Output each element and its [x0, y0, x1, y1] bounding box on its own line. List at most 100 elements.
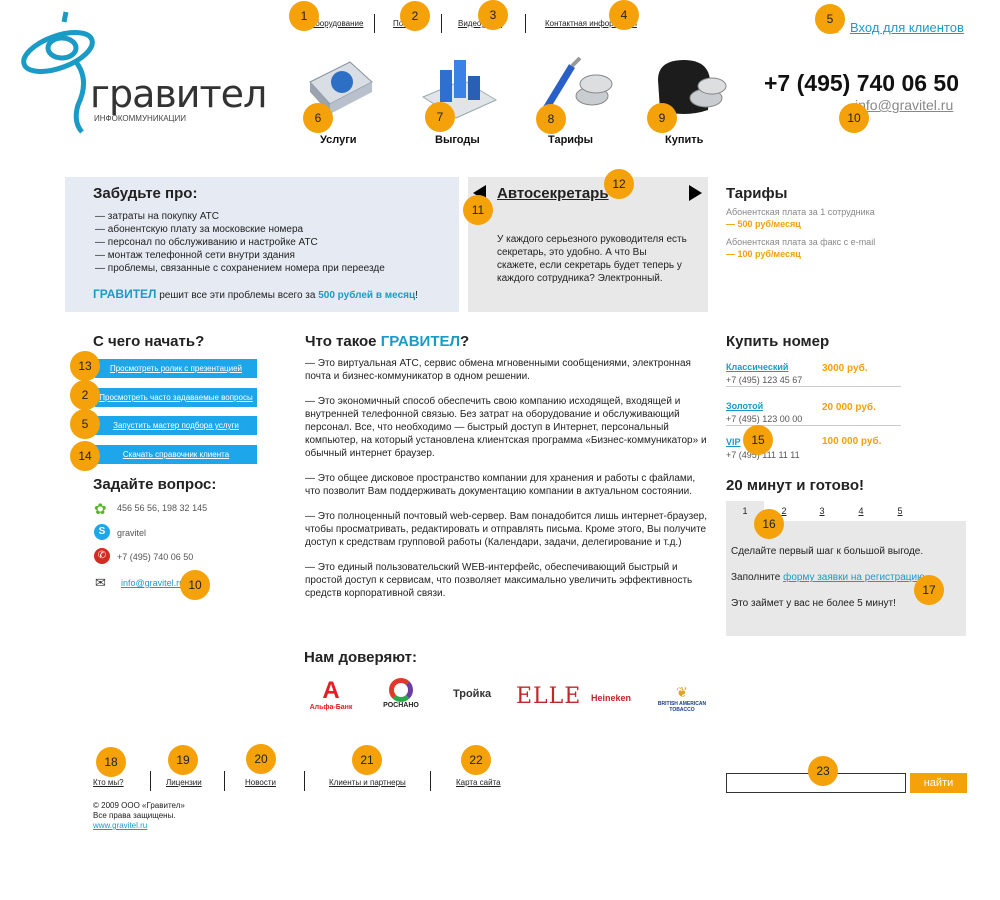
search-button[interactable]: найти	[910, 773, 967, 793]
presentation-video-button[interactable]: Просмотреть ролик с презентацией	[95, 359, 257, 378]
registration-form-link[interactable]: форму заявки на регистрацию	[783, 572, 924, 583]
annotation-marker: 9	[647, 103, 677, 133]
number-type-link[interactable]: Классический	[726, 362, 788, 372]
rosnano-logo[interactable]: РОСНАНО	[378, 678, 424, 709]
client-login-link[interactable]: Вход для клиентов	[850, 20, 964, 35]
tab-step-5[interactable]: 5	[882, 501, 918, 521]
slider-next-icon[interactable]	[689, 185, 702, 201]
divider	[441, 14, 442, 33]
logo-label: Альфа-Банк	[309, 704, 353, 711]
skype-name: gravitel	[117, 528, 147, 538]
troika-logo[interactable]: Тройка	[446, 688, 498, 700]
forget-summary: ГРАВИТЕЛ решит все эти проблемы всего за…	[93, 287, 418, 301]
annotation-marker: 22	[461, 745, 491, 775]
number-type-link[interactable]: VIP	[726, 437, 741, 447]
what-paragraph: — Это экономичный способ обеспечить свою…	[305, 396, 707, 459]
tab-step-4[interactable]: 4	[843, 501, 879, 521]
annotation-marker: 1	[289, 1, 319, 31]
number-phone: +7 (495) 123 45 67	[726, 375, 803, 385]
annotation-marker: 23	[808, 756, 838, 786]
annotation-marker: 3	[478, 0, 508, 30]
logo-subtext: ИНФОКОММУНИКАЦИИ	[94, 114, 186, 123]
tariff-price: — 500 руб/месяц	[726, 219, 801, 229]
divider	[374, 14, 375, 33]
tariffs-panel: Тарифы Абонентская плата за 1 сотрудника…	[726, 185, 926, 259]
service-wizard-button[interactable]: Запустить мастер подбора услуги	[95, 416, 257, 435]
mail-icon: ✉	[95, 575, 106, 590]
annotation-marker: 2	[400, 1, 430, 31]
logo-label: Тройка	[452, 688, 492, 700]
number-row-classic[interactable]: Классический +7 (495) 123 45 67 3000 руб…	[726, 357, 901, 387]
annotation-marker: 5	[815, 4, 845, 34]
number-phone: +7 (495) 123 00 00	[726, 414, 803, 424]
annotation-marker: 16	[754, 509, 784, 539]
what-paragraph: — Это полноценный почтовый web-сервер. В…	[305, 511, 707, 548]
summary-end: !	[415, 290, 418, 301]
footer-link-news[interactable]: Новости	[245, 778, 276, 787]
annotation-marker: 6	[303, 103, 333, 133]
annotation-marker: 5	[70, 409, 100, 439]
list-item: — затраты на покупку АТС	[95, 211, 219, 222]
phone-icon: ✆	[94, 548, 110, 564]
logo-label: ELLE	[516, 684, 582, 709]
start-title: С чего начать?	[93, 333, 205, 350]
tariff-line: Абонентская плата за 1 сотрудника	[726, 207, 875, 217]
footer-link-clients[interactable]: Клиенты и партнеры	[329, 778, 406, 787]
elle-logo[interactable]: ELLE	[516, 684, 582, 709]
list-item: — монтаж телефонной сети внутри здания	[95, 250, 295, 261]
header-phone: +7 (495) 740 06 50	[764, 70, 960, 96]
site-link[interactable]: www.gravitel.ru	[93, 821, 147, 830]
tariffs-title: Тарифы	[726, 185, 788, 202]
nav-label-services: Услуги	[320, 134, 357, 146]
step-line: Это займет у вас не более 5 минут!	[731, 598, 896, 609]
forget-panel: Забудьте про: — затраты на покупку АТС —…	[65, 177, 459, 312]
what-title-pre: Что такое	[305, 333, 381, 350]
logo-label: Heineken	[590, 693, 632, 703]
buy-title: Купить номер	[726, 333, 830, 350]
footer-link-about[interactable]: Кто мы?	[93, 778, 124, 787]
trust-title: Нам доверяют:	[304, 649, 417, 666]
icq-numbers: 456 56 56, 198 32 145	[117, 503, 208, 513]
number-row-gold[interactable]: Золотой +7 (495) 123 00 00 20 000 руб.	[726, 396, 901, 426]
slider-title[interactable]: Автосекретарь	[497, 185, 609, 202]
brand-name: ГРАВИТЕЛ	[380, 333, 461, 350]
summary-text: решит все эти проблемы всего за	[156, 290, 319, 301]
annotation-marker: 17	[914, 575, 944, 605]
ask-title: Задайте вопрос:	[93, 476, 217, 493]
header-email[interactable]: info@gravitel.ru	[855, 97, 953, 113]
client-guide-download-button[interactable]: Скачать справочник клиента	[95, 445, 257, 464]
annotation-marker: 19	[168, 745, 198, 775]
rosnano-logo-mark	[389, 678, 413, 702]
step-line: Сделайте первый шаг к большой выгоде.	[731, 546, 924, 557]
annotation-marker: 15	[743, 425, 773, 455]
annotation-marker: 4	[609, 0, 639, 30]
annotation-marker: 8	[536, 104, 566, 134]
list-item: — абонентскую плату за московские номера	[95, 224, 304, 235]
divider	[150, 771, 151, 791]
tab-step-3[interactable]: 3	[804, 501, 840, 521]
nav-label-benefits: Выгоды	[435, 134, 480, 146]
site-logo[interactable]: гравител ИНФОКОММУНИКАЦИИ	[18, 10, 267, 140]
alfabank-logo[interactable]: А Альфа-Банк	[306, 677, 356, 712]
bat-logo[interactable]: ❦ BRITISH AMERICAN TOBACCO	[656, 684, 708, 713]
divider	[304, 771, 305, 791]
divider	[430, 771, 431, 791]
what-title: Что такое ГРАВИТЕЛ?	[305, 333, 469, 350]
annotation-marker: 21	[352, 745, 382, 775]
what-paragraph: — Это единый пользовательский WEB-интерф…	[305, 562, 693, 599]
number-type-link[interactable]: Золотой	[726, 401, 763, 411]
footer-link-licenses[interactable]: Лицензии	[166, 778, 202, 787]
brand-name: ГРАВИТЕЛ	[93, 287, 157, 301]
footer-link-sitemap[interactable]: Карта сайта	[456, 778, 501, 787]
annotation-marker: 13	[70, 351, 100, 381]
annotation-marker: 10	[180, 570, 210, 600]
logo-text: гравител	[90, 72, 267, 116]
faq-button[interactable]: Просмотреть часто задаваемые вопросы	[95, 388, 257, 407]
alfabank-logo-mark: А	[322, 677, 340, 704]
annotation-marker: 18	[96, 747, 126, 777]
heineken-logo[interactable]: Heineken	[585, 693, 637, 703]
contact-email-link[interactable]: info@gravitel.ru	[121, 578, 184, 588]
nav-label-buy: Купить	[665, 134, 704, 146]
logo-label: BRITISH AMERICAN TOBACCO	[657, 701, 707, 713]
icq-icon: ✿	[94, 501, 107, 518]
